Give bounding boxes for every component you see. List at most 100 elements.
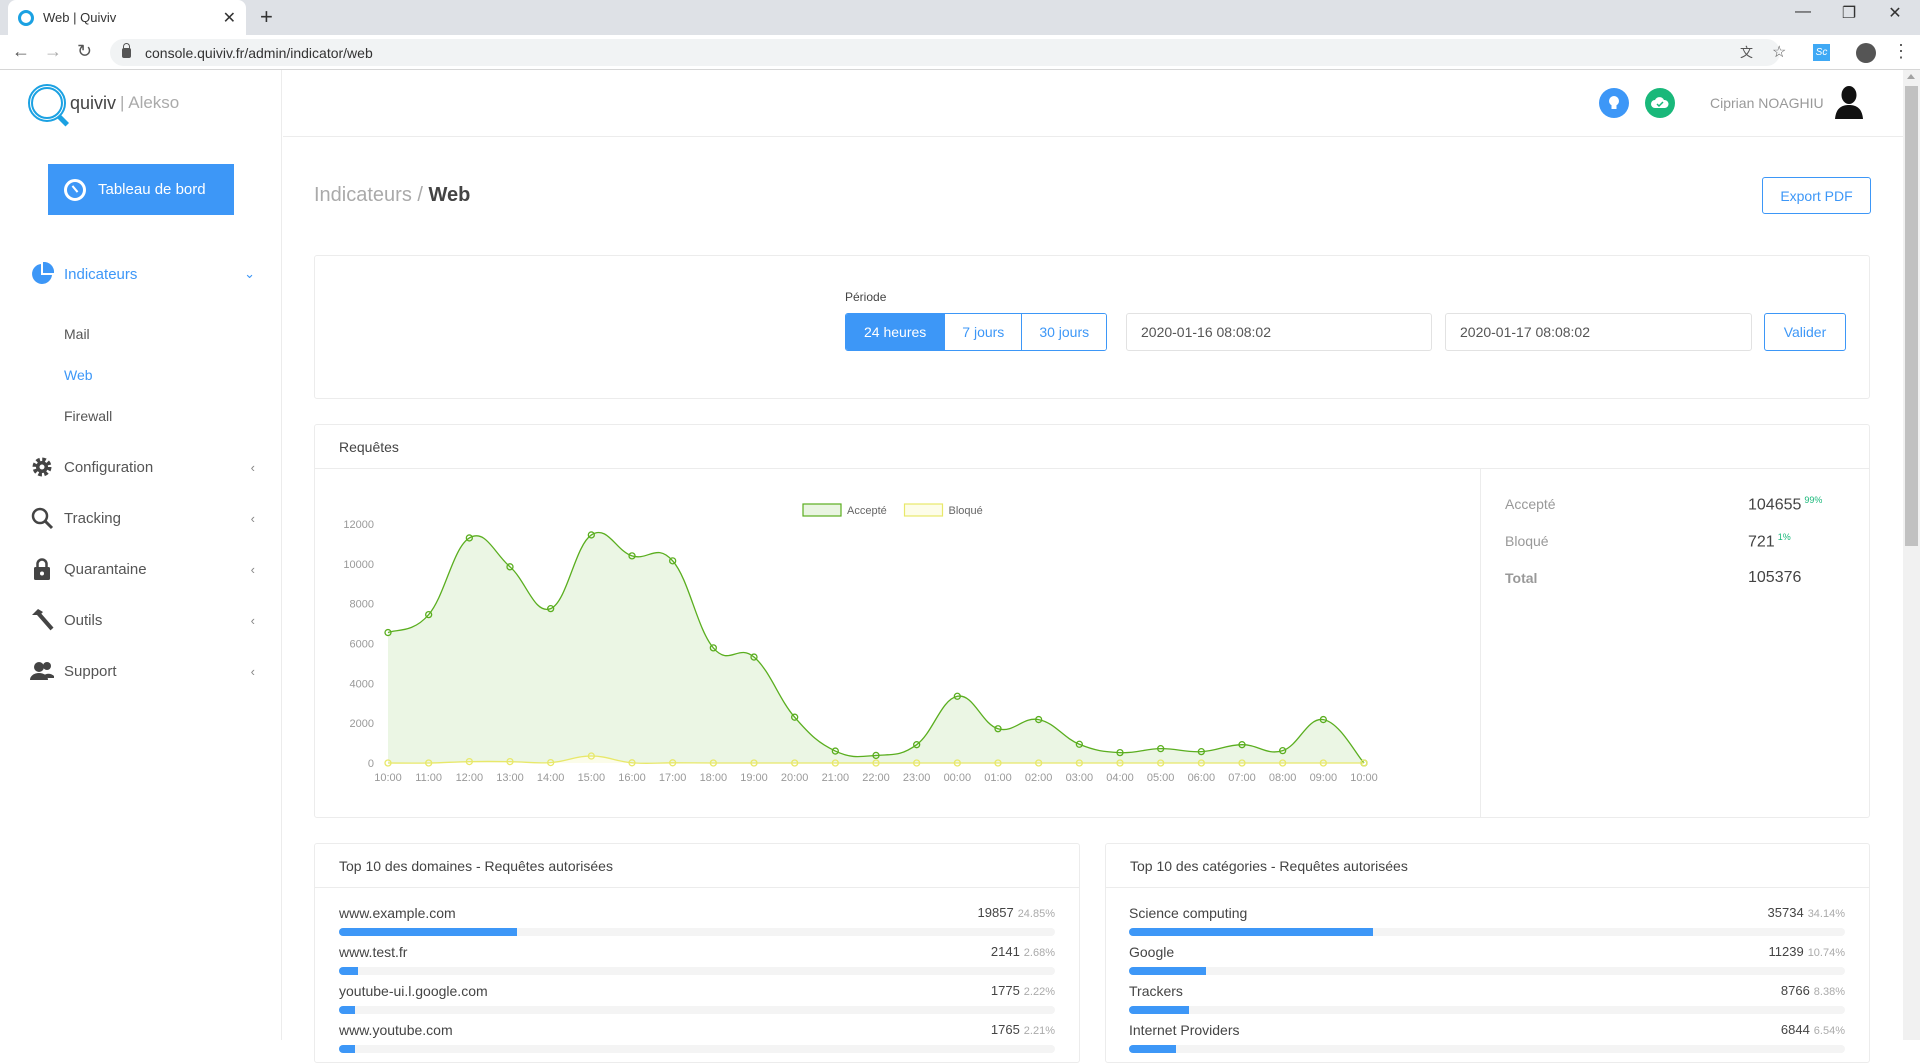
x-tick-label: 10:00 (374, 772, 402, 784)
list-item: Trackers 8766 8.38% (1129, 983, 1845, 1021)
item-name: Science computing (1129, 905, 1248, 921)
lightbulb-icon[interactable] (1599, 88, 1629, 118)
browser-menu-icon[interactable]: ⋮ (1892, 41, 1910, 62)
scrollbar-thumb[interactable] (1905, 86, 1918, 546)
export-pdf-button[interactable]: Export PDF (1762, 177, 1871, 214)
count-percent: 24.85% (1017, 908, 1055, 920)
back-icon[interactable]: ← (12, 41, 30, 62)
progress-fill (1129, 967, 1206, 975)
period-30d-button[interactable]: 30 jours (1022, 314, 1107, 350)
x-tick-label: 08:00 (1269, 772, 1297, 784)
chevron-left-icon: ‹ (250, 612, 255, 628)
progress-fill (339, 1006, 355, 1014)
count-percent: 34.14% (1807, 908, 1845, 920)
top-domains-title: Top 10 des domaines - Requêtes autorisée… (315, 844, 1079, 888)
progress-track (339, 1006, 1055, 1014)
count-value: 1775 (990, 983, 1020, 998)
sidebar-subitem-web[interactable]: Web (64, 367, 93, 383)
period-toggle: 24 heures 7 jours 30 jours (845, 313, 1108, 351)
pie-chart-icon (30, 262, 54, 286)
progress-fill (1129, 928, 1374, 936)
profile-icon[interactable] (1856, 43, 1876, 63)
period-24h-button[interactable]: 24 heures (846, 314, 946, 350)
item-count: 35734 34.14% (1768, 905, 1845, 920)
x-tick-label: 14:00 (537, 772, 565, 784)
requests-card-title: Requêtes (315, 425, 1869, 469)
item-count: 19857 24.85% (978, 905, 1055, 920)
progress-fill (339, 1045, 355, 1053)
y-tick-label: 6000 (350, 639, 374, 651)
progress-track (1129, 967, 1845, 975)
x-tick-label: 03:00 (1066, 772, 1094, 784)
extension-icon[interactable]: Sc (1813, 44, 1830, 61)
bookmark-star-icon[interactable]: ☆ (1772, 42, 1786, 62)
count-percent: 10.74% (1807, 947, 1845, 959)
browser-tab[interactable]: Web | Quiviv ✕ (8, 0, 246, 35)
restore-icon[interactable]: ❐ (1826, 3, 1872, 23)
item-count: 11239 10.74% (1769, 944, 1846, 959)
sidebar-item-tracking[interactable]: Tracking ‹ (30, 503, 255, 533)
sidebar-item-label: Outils (64, 611, 103, 629)
stat-value-total: 105376 (1748, 569, 1801, 587)
item-name: youtube-ui.l.google.com (339, 983, 488, 999)
count-percent: 6.54% (1813, 1025, 1845, 1037)
reload-icon[interactable]: ↻ (77, 41, 92, 62)
stat-percent: 99% (1804, 495, 1823, 505)
breadcrumb-parent[interactable]: Indicateurs / (314, 184, 423, 206)
period-7d-button[interactable]: 7 jours (945, 314, 1023, 350)
breadcrumb-current: Web (428, 184, 471, 206)
minimize-icon[interactable]: — (1780, 3, 1826, 21)
sidebar-item-support[interactable]: Support ‹ (30, 656, 255, 686)
scroll-up-arrow-icon[interactable] (1907, 74, 1915, 79)
forward-icon[interactable]: → (44, 41, 62, 62)
sidebar-item-indicateurs[interactable]: Indicateurs ⌄ (30, 259, 255, 289)
address-bar: ← → ↻ console.quiviv.fr/admin/indicator/… (0, 35, 1920, 70)
logo[interactable]: quiviv | Alekso (28, 84, 179, 122)
x-tick-label: 20:00 (781, 772, 809, 784)
progress-track (1129, 1006, 1845, 1014)
x-tick-label: 18:00 (700, 772, 728, 784)
list-item: youtube-ui.l.google.com 1775 2.22% (339, 983, 1055, 1021)
item-count: 2141 2.68% (991, 944, 1055, 959)
translate-icon[interactable]: 文 (1740, 42, 1753, 61)
x-tick-label: 10:00 (1350, 772, 1378, 784)
sidebar-subitem-mail[interactable]: Mail (64, 326, 90, 342)
start-date-input[interactable] (1126, 313, 1432, 351)
legend-label-blocked: Bloqué (949, 505, 983, 517)
user-name[interactable]: Ciprian NOAGHIU (1710, 95, 1824, 111)
page-scrollbar[interactable] (1903, 70, 1920, 1040)
avatar[interactable] (1835, 85, 1863, 119)
url-field[interactable]: console.quiviv.fr/admin/indicator/web (110, 39, 1780, 66)
stat-value-blocked: 721 1% (1748, 532, 1791, 551)
new-tab-icon[interactable]: + (260, 4, 273, 30)
progress-fill (1129, 1045, 1176, 1053)
y-tick-label: 10000 (343, 559, 374, 571)
sidebar-item-quarantaine[interactable]: Quarantaine ‹ (30, 554, 255, 584)
lock-icon (30, 557, 54, 581)
end-date-input[interactable] (1445, 313, 1752, 351)
close-tab-icon[interactable]: ✕ (223, 8, 236, 28)
dashboard-button[interactable]: Tableau de bord (48, 164, 234, 215)
count-percent: 2.68% (1023, 947, 1055, 959)
requests-chart: 0 2000 4000 6000 8000 10000 12000 10:00 11:00 12… (343, 503, 1378, 784)
sidebar-item-label: Indicateurs (64, 265, 138, 283)
list-item: Google 11239 10.74% (1129, 944, 1845, 982)
sidebar-item-outils[interactable]: Outils ‹ (30, 605, 255, 635)
stat-number: 105376 (1748, 569, 1802, 586)
x-tick-label: 04:00 (1106, 772, 1134, 784)
x-tick-label: 07:00 (1228, 772, 1256, 784)
lock-icon (122, 42, 131, 58)
chevron-left-icon: ‹ (250, 663, 255, 679)
sidebar-subitem-firewall[interactable]: Firewall (64, 408, 112, 424)
item-name: Trackers (1129, 983, 1183, 999)
users-icon (30, 659, 54, 683)
cloud-check-icon[interactable] (1645, 88, 1675, 118)
sidebar-item-configuration[interactable]: Configuration ‹ (30, 452, 255, 482)
validate-button[interactable]: Valider (1764, 313, 1846, 351)
close-window-icon[interactable]: ✕ (1872, 3, 1918, 23)
item-name: www.youtube.com (339, 1022, 453, 1038)
y-tick-label: 2000 (350, 718, 374, 730)
item-name: Internet Providers (1129, 1022, 1240, 1038)
top-categories-title: Top 10 des catégories - Requêtes autoris… (1106, 844, 1869, 888)
top-header: Ciprian NOAGHIU (283, 70, 1903, 137)
